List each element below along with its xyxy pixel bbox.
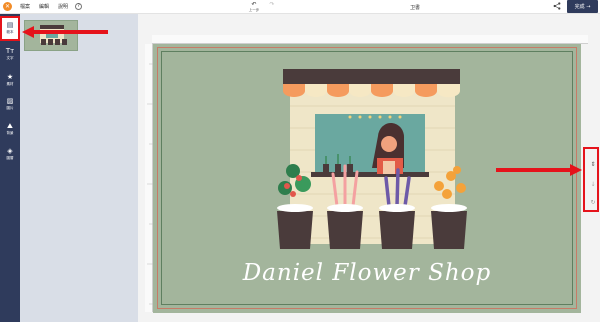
pages-panel (20, 14, 138, 322)
image-icon: ▨ (6, 97, 14, 105)
rail-item-layers[interactable]: ◈ 圖層 (0, 144, 20, 166)
flower-shop-illustration[interactable] (265, 66, 475, 256)
app-logo-icon[interactable]: ✕ (3, 2, 12, 11)
background-icon: ⛰ (7, 122, 13, 130)
redo-button[interactable]: ↷ (264, 1, 280, 8)
rail-item-text[interactable]: Tт 文字 (0, 44, 20, 66)
text-icon: Tт (5, 47, 15, 55)
roof (283, 69, 460, 84)
rail-item-background[interactable]: ⛰ 背景 (0, 119, 20, 141)
shop-window (315, 114, 425, 174)
share-icon[interactable] (553, 2, 561, 12)
ruler-horizontal (152, 35, 588, 50)
rail-item-label: 文字 (6, 56, 14, 60)
expand-icon[interactable]: ⇕ (589, 161, 597, 169)
annotation-arrow-left-icon (22, 26, 108, 38)
rail-item-label: 背景 (6, 131, 14, 135)
shop-name-text[interactable]: Daniel Flower Shop (153, 259, 581, 287)
thumbnail-pot (41, 39, 46, 45)
tool-rail: ▤ 範本 Tт 文字 ★ 素材 ▨ 圖片 ⛰ 背景 ◈ 圖層 (0, 14, 20, 322)
undo-icon: ↶ (251, 1, 257, 8)
top-bar: ✕ 檔案 編輯 說明 ? ↶ 上一步 ↷ 卫書 完成 → (0, 0, 600, 14)
menu-edit[interactable]: 編輯 (39, 3, 49, 10)
star-icon: ★ (6, 73, 14, 81)
annotation-arrow-right-icon (496, 164, 582, 176)
redo-icon: ↷ (269, 1, 275, 8)
flower-pot-2 (327, 164, 363, 249)
refresh-icon[interactable]: ↻ (589, 199, 597, 207)
thumbnail-pot (55, 39, 60, 45)
done-button[interactable]: 完成 → (567, 0, 598, 13)
undo-button[interactable]: ↶ 上一步 (246, 1, 262, 12)
help-icon[interactable]: ? (75, 3, 83, 10)
rail-item-elements[interactable]: ★ 素材 (0, 70, 20, 92)
rail-item-label: 圖片 (6, 106, 14, 110)
undo-label: 上一步 (248, 8, 260, 12)
menu-file[interactable]: 檔案 (20, 3, 30, 10)
layers-icon: ◈ (7, 147, 13, 155)
rail-item-label: 圖層 (6, 156, 14, 160)
highlight-box-rail (0, 16, 20, 41)
window-sill (311, 172, 429, 177)
rail-item-images[interactable]: ▨ 圖片 (0, 94, 20, 116)
thumbnail-pot (62, 39, 67, 45)
thumbnail-pot (48, 39, 53, 45)
menu-bar: 檔案 編輯 說明 (20, 3, 68, 10)
ruler-vertical (145, 44, 153, 312)
move-down-icon[interactable]: ↓ (589, 181, 597, 189)
side-control-panel: ⇕ ↓ ↻ (583, 147, 599, 212)
document-title[interactable]: 卫書 (410, 4, 420, 11)
rail-item-label: 素材 (6, 82, 14, 86)
editor-app: ✕ 檔案 編輯 說明 ? ↶ 上一步 ↷ 卫書 完成 → ▤ 範本 Tт 文字 … (0, 0, 600, 322)
menu-help[interactable]: 說明 (58, 3, 68, 10)
